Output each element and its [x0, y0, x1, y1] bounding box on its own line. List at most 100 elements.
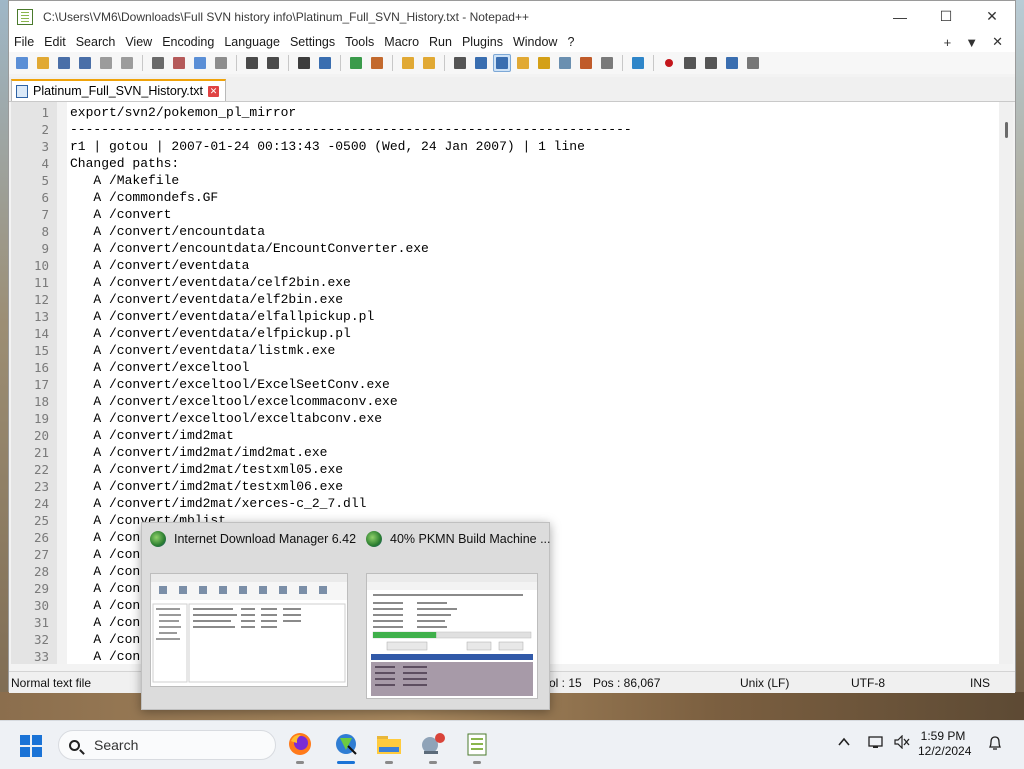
paste-button[interactable]	[212, 54, 230, 72]
editor-line[interactable]: 25	[11, 512, 49, 529]
taskbar-idm[interactable]	[331, 729, 361, 764]
editor-line[interactable]: 17	[11, 376, 49, 393]
doc-map-button[interactable]	[535, 54, 553, 72]
menu-search[interactable]: Search	[71, 35, 121, 49]
menu-language[interactable]: Language	[219, 35, 285, 49]
editor-line[interactable]: 4	[11, 155, 49, 172]
sync-vertical-button[interactable]	[399, 54, 417, 72]
thumbnail-idm-header[interactable]: Internet Download Manager 6.42	[150, 531, 356, 547]
sync-horizontal-button[interactable]	[420, 54, 438, 72]
editor-line[interactable]: 15	[11, 342, 49, 359]
print-button[interactable]	[149, 54, 167, 72]
menu-macro[interactable]: Macro	[379, 35, 424, 49]
editor-line[interactable]: 21	[11, 444, 49, 461]
chevron-up-icon[interactable]	[838, 735, 850, 752]
editor-line[interactable]: 19	[11, 410, 49, 427]
cut-button[interactable]	[170, 54, 188, 72]
folder-workspace-button[interactable]	[577, 54, 595, 72]
scrollbar-thumb[interactable]	[1005, 122, 1008, 138]
run-macro-multiple-button[interactable]	[723, 54, 741, 72]
editor-line[interactable]: 22	[11, 461, 49, 478]
vertical-scrollbar[interactable]	[999, 102, 1013, 664]
new-file-button[interactable]	[13, 54, 31, 72]
open-file-button[interactable]	[34, 54, 52, 72]
editor-line[interactable]: 5	[11, 172, 49, 189]
volume-muted-icon[interactable]	[894, 734, 910, 753]
editor-line[interactable]: 29	[11, 580, 49, 597]
menu-view[interactable]: View	[120, 35, 157, 49]
editor-line[interactable]: 27	[11, 546, 49, 563]
thumbnail-build-preview[interactable]	[366, 573, 538, 699]
taskbar-search-box[interactable]: Search	[58, 730, 276, 760]
editor-line[interactable]: 11	[11, 274, 49, 291]
zoom-in-button[interactable]	[347, 54, 365, 72]
close-window-button[interactable]: ✕	[969, 1, 1015, 32]
record-macro-button[interactable]	[660, 54, 678, 72]
replace-button[interactable]	[316, 54, 334, 72]
status-encoding[interactable]: UTF-8	[851, 676, 885, 690]
menu-window[interactable]: Window	[508, 35, 562, 49]
editor-line[interactable]: 9	[11, 240, 49, 257]
taskbar-file-explorer[interactable]	[374, 729, 404, 764]
editor-line[interactable]: 12	[11, 291, 49, 308]
taskbar-firefox[interactable]	[285, 729, 315, 764]
taskbar-notepad-plus-plus[interactable]	[462, 729, 492, 764]
start-button[interactable]	[20, 735, 42, 757]
save-macro-button[interactable]	[744, 54, 762, 72]
thumbnail-build-header[interactable]: 40% PKMN Build Machine ...	[366, 531, 551, 547]
editor-line[interactable]: 16	[11, 359, 49, 376]
function-list-button[interactable]	[556, 54, 574, 72]
copy-button[interactable]	[191, 54, 209, 72]
monitoring-button[interactable]	[629, 54, 647, 72]
editor-line[interactable]: 7	[11, 206, 49, 223]
taskbar-network-app[interactable]	[418, 729, 448, 764]
tab-close-button[interactable]: ✕	[207, 85, 219, 97]
editor-line[interactable]: 23	[11, 478, 49, 495]
network-icon[interactable]	[868, 735, 884, 753]
editor-line[interactable]: 13	[11, 308, 49, 325]
play-macro-button[interactable]	[702, 54, 720, 72]
menu-edit[interactable]: Edit	[39, 35, 71, 49]
find-button[interactable]	[295, 54, 313, 72]
new-tab-button[interactable]: +	[944, 35, 952, 50]
editor-line[interactable]: 10	[11, 257, 49, 274]
menu-tools[interactable]: Tools	[340, 35, 379, 49]
document-list-button[interactable]	[598, 54, 616, 72]
editor-line[interactable]: 31	[11, 614, 49, 631]
indent-guide-button[interactable]	[493, 54, 511, 72]
stop-macro-button[interactable]	[681, 54, 699, 72]
editor-line[interactable]: 8	[11, 223, 49, 240]
menu-run[interactable]: Run	[424, 35, 457, 49]
close-document-button[interactable]: ✕	[992, 34, 1003, 50]
editor-line[interactable]: 26	[11, 529, 49, 546]
editor-line[interactable]: 6	[11, 189, 49, 206]
editor-line[interactable]: 20	[11, 427, 49, 444]
minimize-button[interactable]: —	[877, 1, 923, 32]
show-all-chars-button[interactable]	[472, 54, 490, 72]
maximize-button[interactable]: ☐	[923, 1, 969, 32]
menu-file[interactable]: File	[9, 35, 39, 49]
thumbnail-idm-preview[interactable]	[150, 573, 348, 687]
status-eol[interactable]: Unix (LF)	[740, 676, 789, 690]
status-insert-mode[interactable]: INS	[970, 676, 990, 690]
system-clock[interactable]: 1:59 PM 12/2/2024	[918, 729, 971, 759]
menu-encoding[interactable]: Encoding	[157, 35, 219, 49]
redo-button[interactable]	[264, 54, 282, 72]
editor-line[interactable]: 18	[11, 393, 49, 410]
tab-list-dropdown-button[interactable]: ▼	[965, 35, 978, 50]
editor-line[interactable]: 28	[11, 563, 49, 580]
editor-line[interactable]: 3	[11, 138, 49, 155]
editor-line[interactable]: 14	[11, 325, 49, 342]
editor-line[interactable]: 33	[11, 648, 49, 664]
editor-line[interactable]: 24	[11, 495, 49, 512]
editor-line[interactable]: 2	[11, 121, 49, 138]
editor-line[interactable]: 1	[11, 104, 49, 121]
save-all-button[interactable]	[76, 54, 94, 72]
close-button[interactable]	[97, 54, 115, 72]
undo-button[interactable]	[243, 54, 261, 72]
user-language-button[interactable]	[514, 54, 532, 72]
menu-help[interactable]: ?	[562, 35, 579, 49]
editor-line[interactable]: 30	[11, 597, 49, 614]
notification-bell-icon[interactable]	[988, 735, 1002, 755]
tab-platinum-svn-history[interactable]: Platinum_Full_SVN_History.txt ✕	[11, 79, 226, 101]
